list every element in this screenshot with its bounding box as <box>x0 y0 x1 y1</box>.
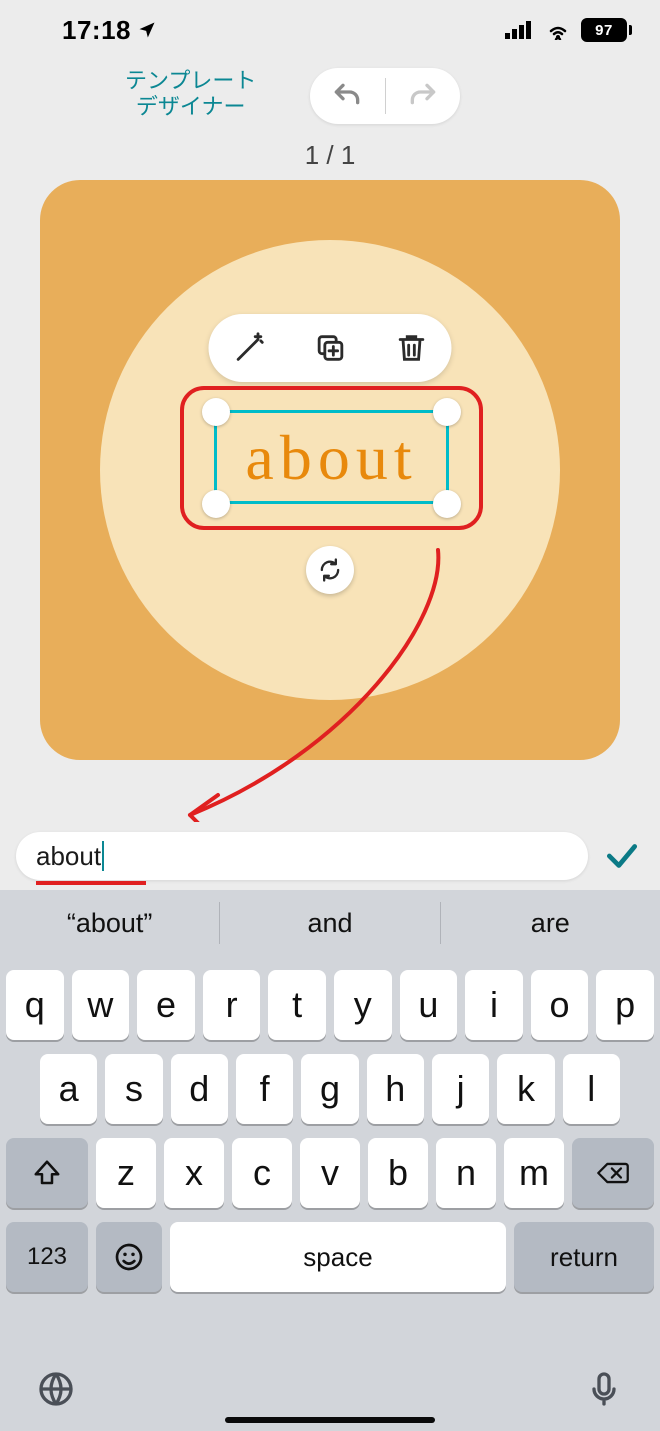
resize-handle-tl[interactable] <box>202 398 230 426</box>
undo-button[interactable] <box>310 68 385 124</box>
confirm-button[interactable] <box>600 834 644 878</box>
text-input-value: about <box>36 841 101 872</box>
key-w[interactable]: w <box>72 970 130 1040</box>
key-b[interactable]: b <box>368 1138 428 1208</box>
key-f[interactable]: f <box>236 1054 293 1124</box>
status-right: 97 <box>505 18 632 42</box>
key-k[interactable]: k <box>497 1054 554 1124</box>
keyboard-row-2: a s d f g h j k l <box>0 1054 660 1124</box>
trash-icon <box>394 331 428 365</box>
key-z[interactable]: z <box>96 1138 156 1208</box>
key-o[interactable]: o <box>531 970 589 1040</box>
key-a[interactable]: a <box>40 1054 97 1124</box>
status-bar: 17:18 97 <box>0 0 660 60</box>
key-i[interactable]: i <box>465 970 523 1040</box>
suggestion-2[interactable]: and <box>220 890 439 956</box>
app-toolbar: テンプレート デザイナー <box>0 60 660 140</box>
text-cursor <box>102 841 104 871</box>
key-shift[interactable] <box>6 1138 88 1208</box>
keyboard-bottom-bar <box>0 1351 660 1431</box>
key-x[interactable]: x <box>164 1138 224 1208</box>
page-indicator: 1 / 1 <box>0 140 660 180</box>
status-time: 17:18 <box>62 15 131 46</box>
keyboard-row-3: z x c v b n m <box>0 1138 660 1208</box>
app-name-link[interactable]: テンプレート デザイナー <box>125 68 256 121</box>
key-g[interactable]: g <box>301 1054 358 1124</box>
key-numbers[interactable]: 123 <box>6 1222 88 1292</box>
rotate-icon <box>316 556 344 584</box>
battery-indicator: 97 <box>581 18 632 42</box>
key-h[interactable]: h <box>367 1054 424 1124</box>
key-backspace[interactable] <box>572 1138 654 1208</box>
status-time-area: 17:18 <box>62 15 157 46</box>
home-indicator[interactable] <box>225 1417 435 1423</box>
suggestion-bar: “about” and are <box>0 890 660 956</box>
redo-button[interactable] <box>386 68 461 124</box>
text-input[interactable]: about <box>16 832 588 880</box>
app-name-line1: テンプレート <box>125 68 256 94</box>
backspace-icon <box>596 1158 630 1188</box>
resize-handle-br[interactable] <box>433 490 461 518</box>
key-m[interactable]: m <box>504 1138 564 1208</box>
mic-icon <box>584 1369 624 1409</box>
app-name-line2: デザイナー <box>125 94 256 120</box>
key-v[interactable]: v <box>300 1138 360 1208</box>
text-input-bar: about <box>0 822 660 890</box>
key-u[interactable]: u <box>400 970 458 1040</box>
battery-percent: 97 <box>581 18 627 42</box>
dictation-button[interactable] <box>584 1369 624 1414</box>
text-element[interactable]: about <box>184 421 479 495</box>
key-n[interactable]: n <box>436 1138 496 1208</box>
key-l[interactable]: l <box>563 1054 620 1124</box>
key-j[interactable]: j <box>432 1054 489 1124</box>
magic-wand-icon <box>232 331 266 365</box>
key-t[interactable]: t <box>268 970 326 1040</box>
resize-handle-tr[interactable] <box>433 398 461 426</box>
selection-annotation: about <box>180 386 483 530</box>
key-y[interactable]: y <box>334 970 392 1040</box>
key-d[interactable]: d <box>171 1054 228 1124</box>
cellular-icon <box>505 20 535 40</box>
key-emoji[interactable] <box>96 1222 162 1292</box>
undo-redo-group <box>310 68 460 124</box>
key-q[interactable]: q <box>6 970 64 1040</box>
key-space[interactable]: space <box>170 1222 506 1292</box>
keyboard-row-1: q w e r t y u i o p <box>0 970 660 1040</box>
resize-handle-bl[interactable] <box>202 490 230 518</box>
key-s[interactable]: s <box>105 1054 162 1124</box>
duplicate-button[interactable] <box>306 324 354 372</box>
redo-icon <box>407 80 439 112</box>
element-toolbar <box>209 314 452 382</box>
design-canvas[interactable]: about <box>40 180 620 760</box>
wifi-icon <box>545 20 571 40</box>
suggestion-1[interactable]: “about” <box>0 890 219 956</box>
key-p[interactable]: p <box>596 970 654 1040</box>
location-icon <box>137 20 157 40</box>
shift-icon <box>32 1158 62 1188</box>
key-return[interactable]: return <box>514 1222 654 1292</box>
keyboard-row-4: 123 space return <box>0 1222 660 1292</box>
key-r[interactable]: r <box>203 970 261 1040</box>
emoji-icon <box>113 1241 145 1273</box>
rotate-button[interactable] <box>306 546 354 594</box>
annotation-underline <box>36 881 146 885</box>
keyboard: “about” and are q w e r t y u i o p a s … <box>0 890 660 1431</box>
delete-button[interactable] <box>387 324 435 372</box>
suggestion-3[interactable]: are <box>441 890 660 956</box>
duplicate-icon <box>313 331 347 365</box>
key-e[interactable]: e <box>137 970 195 1040</box>
globe-button[interactable] <box>36 1369 76 1414</box>
magic-wand-button[interactable] <box>225 324 273 372</box>
check-icon <box>603 837 641 875</box>
key-c[interactable]: c <box>232 1138 292 1208</box>
globe-icon <box>36 1369 76 1409</box>
undo-icon <box>331 80 363 112</box>
